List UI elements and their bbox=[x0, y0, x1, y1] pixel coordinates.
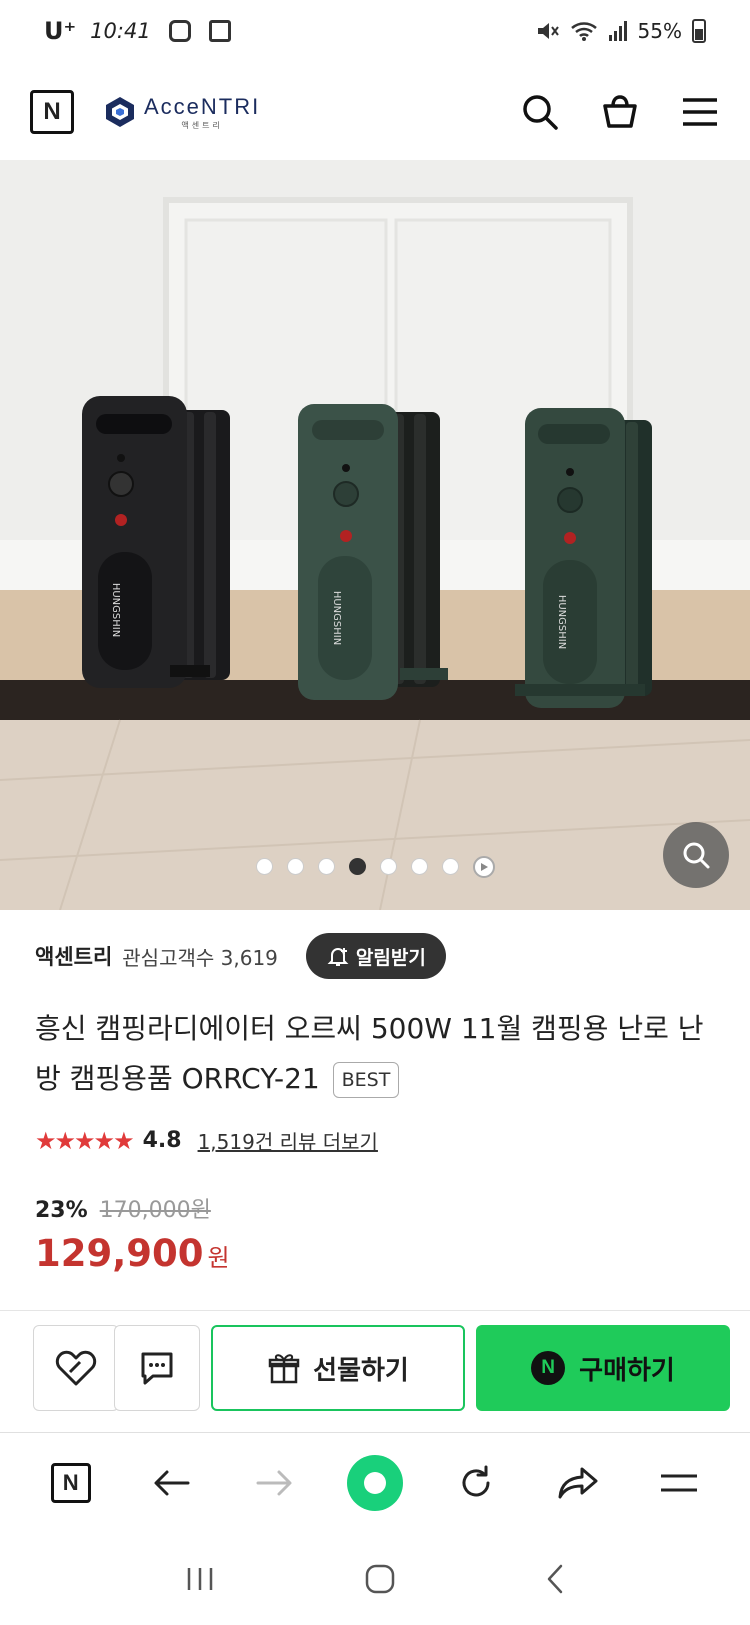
store-info-row: 액센트리 관심고객수 3,619 알림받기 bbox=[35, 933, 446, 979]
currency-label: 원 bbox=[207, 1244, 230, 1272]
signal-icon bbox=[608, 21, 627, 41]
store-logo[interactable]: AcceNTRI 액센트리 bbox=[104, 94, 260, 131]
bell-plus-icon bbox=[327, 948, 349, 966]
share-button[interactable] bbox=[548, 1453, 608, 1513]
refresh-button[interactable] bbox=[446, 1453, 506, 1513]
wishlist-button[interactable] bbox=[33, 1325, 119, 1411]
discount-row: 23% 170,000원 bbox=[35, 1192, 211, 1224]
talk-notification-icon bbox=[168, 20, 191, 42]
browser-toolbar: N bbox=[0, 1433, 750, 1533]
gallery-dot[interactable] bbox=[410, 858, 428, 875]
gift-label: 선물하기 bbox=[313, 1355, 409, 1386]
sale-price-row: 129,900 원 bbox=[35, 1232, 230, 1275]
gallery-dot[interactable] bbox=[441, 858, 459, 875]
gallery-dot[interactable] bbox=[379, 858, 397, 875]
search-icon[interactable] bbox=[520, 92, 560, 132]
share-arrow-icon bbox=[558, 1467, 598, 1499]
accentri-logo-icon bbox=[106, 97, 134, 127]
gallery-dot[interactable] bbox=[255, 858, 273, 875]
reviews-link[interactable]: 1,519건 리뷰 더보기 bbox=[198, 1126, 378, 1155]
recent-apps-icon[interactable] bbox=[183, 1564, 217, 1594]
browser-menu-button[interactable] bbox=[649, 1453, 709, 1513]
product-photo: HUNGSHIN HUNGSHIN HUNGSHIN bbox=[0, 160, 750, 910]
store-header: N AcceNTRI 액센트리 bbox=[0, 62, 750, 162]
gift-button[interactable]: 선물하기 bbox=[211, 1325, 465, 1411]
gallery-pagination bbox=[0, 856, 750, 878]
rating-stars: ★★★★★ bbox=[35, 1126, 135, 1155]
battery-percent: 55% bbox=[637, 19, 682, 43]
heater-green-2: HUNGSHIN bbox=[515, 408, 652, 708]
green-dot-button[interactable] bbox=[345, 1453, 405, 1513]
gallery-dot[interactable] bbox=[317, 858, 335, 875]
buy-button[interactable]: N 구매하기 bbox=[476, 1325, 730, 1411]
menu-icon[interactable] bbox=[680, 92, 720, 132]
divider bbox=[0, 1310, 750, 1311]
rating-value: 4.8 bbox=[142, 1128, 182, 1153]
original-price: 170,000원 bbox=[99, 1198, 211, 1223]
watchers-count: 관심고객수 3,619 bbox=[122, 945, 278, 970]
sale-price: 129,900 bbox=[35, 1232, 204, 1275]
cart-icon[interactable] bbox=[600, 92, 640, 132]
logo-name: AcceNTRI bbox=[144, 93, 261, 119]
system-nav-bar bbox=[0, 1533, 750, 1625]
gallery-notification-icon bbox=[208, 20, 231, 42]
buy-label: 구매하기 bbox=[579, 1355, 675, 1386]
best-badge: BEST bbox=[332, 1062, 400, 1098]
play-icon bbox=[480, 863, 488, 871]
gallery-dot-active[interactable] bbox=[348, 858, 366, 875]
alert-label: 알림받기 bbox=[355, 946, 426, 969]
mute-icon bbox=[537, 23, 559, 39]
green-dot-icon bbox=[346, 1455, 403, 1511]
forward-button[interactable] bbox=[244, 1453, 304, 1513]
back-nav-icon[interactable] bbox=[543, 1562, 567, 1596]
gallery-dot[interactable] bbox=[286, 858, 304, 875]
battery-icon bbox=[692, 19, 706, 43]
clock: 10:41 bbox=[90, 19, 151, 43]
product-image-gallery[interactable]: HUNGSHIN HUNGSHIN HUNGSHIN bbox=[0, 160, 750, 910]
naver-n-icon: N bbox=[50, 1463, 91, 1503]
refresh-icon bbox=[462, 1465, 490, 1497]
discount-rate: 23% bbox=[35, 1198, 88, 1223]
alert-subscribe-button[interactable]: 알림받기 bbox=[305, 933, 446, 979]
purchase-action-bar: 선물하기 N 구매하기 bbox=[0, 1325, 750, 1411]
naver-pay-icon: N bbox=[531, 1351, 566, 1385]
home-icon[interactable] bbox=[363, 1562, 397, 1596]
chat-icon bbox=[141, 1352, 173, 1385]
zoom-button[interactable] bbox=[663, 822, 729, 888]
heart-icon bbox=[55, 1350, 97, 1386]
zoom-icon bbox=[683, 842, 710, 869]
rating-row: ★★★★★ 4.8 1,519건 리뷰 더보기 bbox=[35, 1126, 378, 1155]
product-title: 흥신 캠핑라디에이터 오르씨 500W 11월 캠핑용 난로 난방 캠핑용품 O… bbox=[35, 1004, 725, 1104]
arrow-right-icon bbox=[256, 1470, 292, 1496]
heater-black: HUNGSHIN bbox=[82, 396, 230, 688]
wifi-icon bbox=[570, 22, 597, 41]
status-bar: U⁺ 10:41 55% bbox=[0, 0, 750, 62]
naver-home-button[interactable]: N bbox=[30, 90, 74, 134]
gallery-video-dot[interactable] bbox=[472, 856, 495, 878]
talk-inquiry-button[interactable] bbox=[114, 1325, 200, 1411]
heater-brand-label: HUNGSHIN bbox=[331, 591, 342, 645]
heater-brand-label: HUNGSHIN bbox=[110, 583, 121, 637]
hamburger-icon bbox=[661, 1474, 698, 1492]
naver-home-tab[interactable]: N bbox=[41, 1453, 101, 1513]
arrow-left-icon bbox=[154, 1470, 190, 1496]
back-button[interactable] bbox=[142, 1453, 202, 1513]
gift-icon bbox=[268, 1354, 300, 1384]
heater-brand-label: HUNGSHIN bbox=[556, 595, 567, 649]
logo-subtitle: 액센트리 bbox=[181, 120, 223, 130]
heater-green-1: HUNGSHIN bbox=[298, 404, 448, 700]
store-name[interactable]: 액센트리 bbox=[35, 941, 112, 971]
carrier-label: U⁺ bbox=[44, 17, 77, 45]
